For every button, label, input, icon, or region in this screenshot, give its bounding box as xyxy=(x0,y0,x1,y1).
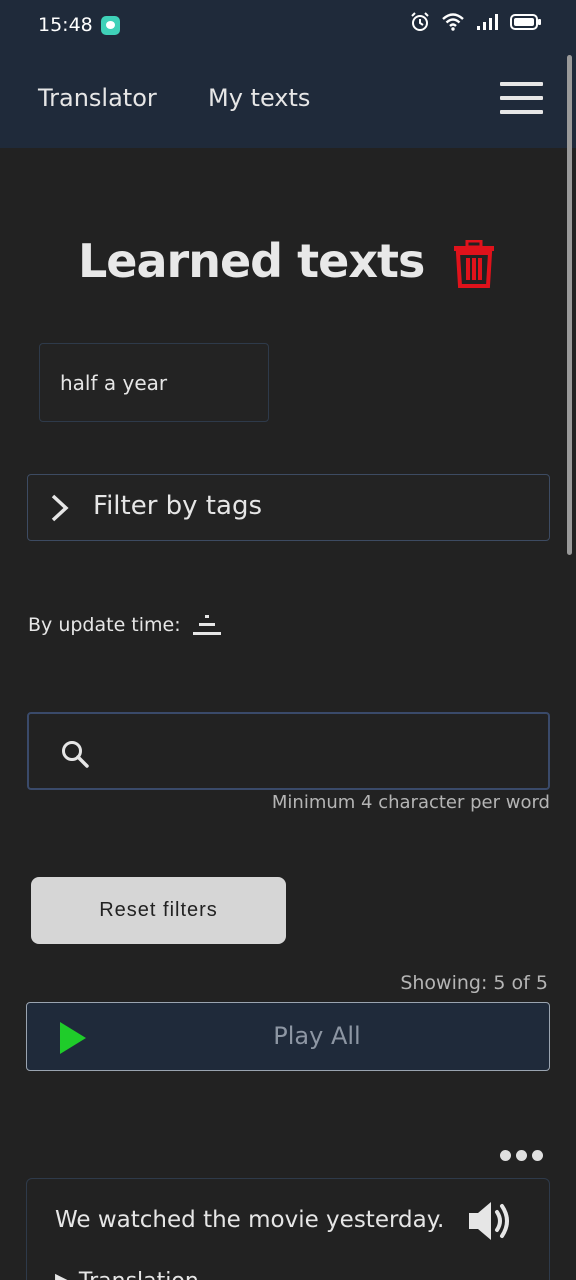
search-icon xyxy=(62,741,89,768)
search-input[interactable] xyxy=(109,728,529,774)
delete-all-button[interactable] xyxy=(453,239,495,288)
page-title: Learned texts xyxy=(78,234,425,288)
filter-by-tags-toggle[interactable]: Filter by tags xyxy=(27,474,550,541)
text-card[interactable]: We watched the movie yesterday. ▶ Transl… xyxy=(26,1178,550,1280)
showing-count: Showing: 5 of 5 xyxy=(400,972,548,994)
nav-my-texts[interactable]: My texts xyxy=(208,84,310,112)
sort-icon[interactable] xyxy=(192,614,222,636)
filter-by-tags-label: Filter by tags xyxy=(93,491,262,521)
text-sentence: We watched the movie yesterday. xyxy=(55,1207,445,1233)
status-time: 15:48 xyxy=(38,14,93,36)
wifi-icon xyxy=(442,13,464,31)
signal-icon xyxy=(477,14,498,30)
scrollbar[interactable] xyxy=(567,55,572,555)
battery-icon xyxy=(510,14,541,30)
translation-label: Translation xyxy=(79,1269,199,1280)
app-header: Translator My texts xyxy=(0,52,576,148)
notification-chat-icon xyxy=(101,16,120,35)
chevron-right-icon xyxy=(51,494,69,522)
search-hint: Minimum 4 character per word xyxy=(271,792,550,813)
more-options-icon[interactable] xyxy=(500,1150,544,1164)
alarm-icon xyxy=(411,12,429,31)
play-all-label: Play All xyxy=(273,1022,361,1050)
nav-translator[interactable]: Translator xyxy=(38,84,157,112)
tag-chip[interactable]: half a year xyxy=(39,343,269,422)
status-bar: 15:48 xyxy=(0,0,576,52)
play-all-button[interactable]: Play All xyxy=(26,1002,550,1071)
sort-label: By update time: xyxy=(28,614,181,636)
translation-toggle[interactable]: ▶ Translation xyxy=(55,1269,199,1280)
tag-chip-label: half a year xyxy=(60,371,168,395)
search-box[interactable] xyxy=(27,712,550,790)
reset-filters-button[interactable]: Reset filters xyxy=(31,877,286,944)
speaker-icon[interactable] xyxy=(467,1199,513,1243)
hamburger-menu-icon[interactable] xyxy=(500,82,543,116)
trash-icon xyxy=(454,239,494,288)
status-icons xyxy=(410,12,542,32)
